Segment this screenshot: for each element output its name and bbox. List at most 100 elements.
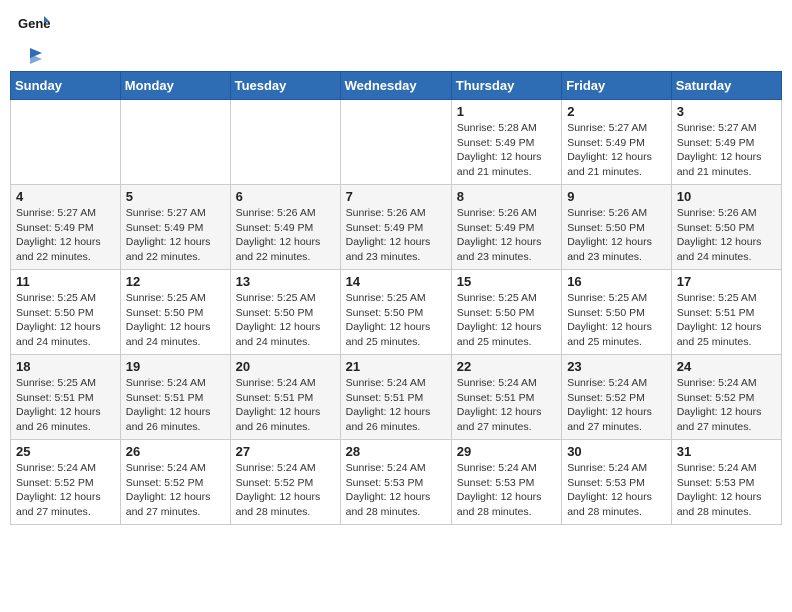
day-info: Sunrise: 5:26 AM Sunset: 5:50 PM Dayligh… (677, 206, 776, 265)
day-cell (230, 100, 340, 185)
day-number: 26 (126, 444, 225, 459)
day-info: Sunrise: 5:25 AM Sunset: 5:50 PM Dayligh… (126, 291, 225, 350)
day-info: Sunrise: 5:24 AM Sunset: 5:53 PM Dayligh… (567, 461, 666, 520)
day-cell: 20 Sunrise: 5:24 AM Sunset: 5:51 PM Dayli… (230, 355, 340, 440)
day-cell: 10 Sunrise: 5:26 AM Sunset: 5:50 PM Dayli… (671, 185, 781, 270)
day-number: 3 (677, 104, 776, 119)
day-cell: 24 Sunrise: 5:24 AM Sunset: 5:52 PM Dayli… (671, 355, 781, 440)
day-info: Sunrise: 5:24 AM Sunset: 5:52 PM Dayligh… (567, 376, 666, 435)
column-header-sunday: Sunday (11, 72, 121, 100)
day-number: 2 (567, 104, 666, 119)
day-number: 12 (126, 274, 225, 289)
day-cell: 13Sunrise: 5:25 AM Sunset: 5:50 PM Dayli… (230, 270, 340, 355)
day-info: Sunrise: 5:27 AM Sunset: 5:49 PM Dayligh… (126, 206, 225, 265)
column-header-saturday: Saturday (671, 72, 781, 100)
calendar-table: SundayMondayTuesdayWednesdayThursdayFrid… (10, 71, 782, 525)
day-cell: 21 Sunrise: 5:24 AM Sunset: 5:51 PM Dayli… (340, 355, 451, 440)
day-number: 13 (236, 274, 335, 289)
day-number: 25 (16, 444, 115, 459)
day-info: Sunrise: 5:24 AM Sunset: 5:51 PM Dayligh… (236, 376, 335, 435)
day-info: Sunrise: 5:25 AM Sunset: 5:50 PM Dayligh… (457, 291, 556, 350)
day-info: Sunrise: 5:24 AM Sunset: 5:52 PM Dayligh… (236, 461, 335, 520)
day-cell: 7 Sunrise: 5:26 AM Sunset: 5:49 PM Daylig… (340, 185, 451, 270)
day-number: 21 (346, 359, 446, 374)
day-number: 10 (677, 189, 776, 204)
day-info: Sunrise: 5:27 AM Sunset: 5:49 PM Dayligh… (567, 121, 666, 180)
day-info: Sunrise: 5:24 AM Sunset: 5:52 PM Dayligh… (677, 376, 776, 435)
calendar-header-row: SundayMondayTuesdayWednesdayThursdayFrid… (11, 72, 782, 100)
day-number: 1 (457, 104, 556, 119)
day-info: Sunrise: 5:24 AM Sunset: 5:52 PM Dayligh… (16, 461, 115, 520)
week-row-5: 25 Sunrise: 5:24 AM Sunset: 5:52 PM Dayli… (11, 440, 782, 525)
day-info: Sunrise: 5:25 AM Sunset: 5:51 PM Dayligh… (677, 291, 776, 350)
day-number: 17 (677, 274, 776, 289)
day-cell: 12 Sunrise: 5:25 AM Sunset: 5:50 PM Dayli… (120, 270, 230, 355)
day-number: 6 (236, 189, 335, 204)
day-number: 31 (677, 444, 776, 459)
logo-icon: General (18, 14, 50, 47)
day-number: 15 (457, 274, 556, 289)
day-info: Sunrise: 5:25 AM Sunset: 5:50 PM Dayligh… (16, 291, 115, 350)
day-info: Sunrise: 5:24 AM Sunset: 5:51 PM Dayligh… (457, 376, 556, 435)
day-number: 7 (346, 189, 446, 204)
day-cell: 16 Sunrise: 5:25 AM Sunset: 5:50 PM Dayli… (562, 270, 672, 355)
day-number: 9 (567, 189, 666, 204)
day-cell: 5 Sunrise: 5:27 AM Sunset: 5:49 PM Daylig… (120, 185, 230, 270)
week-row-2: 4 Sunrise: 5:27 AM Sunset: 5:49 PM Daylig… (11, 185, 782, 270)
day-cell (340, 100, 451, 185)
day-number: 24 (677, 359, 776, 374)
day-cell: 23 Sunrise: 5:24 AM Sunset: 5:52 PM Dayli… (562, 355, 672, 440)
day-number: 30 (567, 444, 666, 459)
day-cell: 27 Sunrise: 5:24 AM Sunset: 5:52 PM Dayli… (230, 440, 340, 525)
day-cell: 18 Sunrise: 5:25 AM Sunset: 5:51 PM Dayli… (11, 355, 121, 440)
day-info: Sunrise: 5:24 AM Sunset: 5:53 PM Dayligh… (457, 461, 556, 520)
day-cell: 30 Sunrise: 5:24 AM Sunset: 5:53 PM Dayli… (562, 440, 672, 525)
page-header: General (10, 10, 782, 65)
day-info: Sunrise: 5:26 AM Sunset: 5:49 PM Dayligh… (236, 206, 335, 265)
day-cell: 6 Sunrise: 5:26 AM Sunset: 5:49 PM Daylig… (230, 185, 340, 270)
day-number: 22 (457, 359, 556, 374)
logo-flag-icon (20, 47, 42, 65)
day-info: Sunrise: 5:25 AM Sunset: 5:50 PM Dayligh… (346, 291, 446, 350)
day-number: 14 (346, 274, 446, 289)
day-info: Sunrise: 5:26 AM Sunset: 5:49 PM Dayligh… (346, 206, 446, 265)
day-cell: 14 Sunrise: 5:25 AM Sunset: 5:50 PM Dayli… (340, 270, 451, 355)
day-number: 18 (16, 359, 115, 374)
day-cell: 2 Sunrise: 5:27 AM Sunset: 5:49 PM Daylig… (562, 100, 672, 185)
day-number: 20 (236, 359, 335, 374)
day-number: 4 (16, 189, 115, 204)
day-number: 16 (567, 274, 666, 289)
day-number: 23 (567, 359, 666, 374)
day-cell: 25 Sunrise: 5:24 AM Sunset: 5:52 PM Dayli… (11, 440, 121, 525)
day-cell: 29 Sunrise: 5:24 AM Sunset: 5:53 PM Dayli… (451, 440, 561, 525)
day-cell: 31 Sunrise: 5:24 AM Sunset: 5:53 PM Dayli… (671, 440, 781, 525)
day-info: Sunrise: 5:25 AM Sunset: 5:50 PM Dayligh… (567, 291, 666, 350)
day-number: 28 (346, 444, 446, 459)
day-number: 29 (457, 444, 556, 459)
day-cell: 4 Sunrise: 5:27 AM Sunset: 5:49 PM Daylig… (11, 185, 121, 270)
day-number: 8 (457, 189, 556, 204)
day-info: Sunrise: 5:24 AM Sunset: 5:53 PM Dayligh… (677, 461, 776, 520)
day-info: Sunrise: 5:24 AM Sunset: 5:51 PM Dayligh… (126, 376, 225, 435)
day-info: Sunrise: 5:26 AM Sunset: 5:49 PM Dayligh… (457, 206, 556, 265)
day-info: Sunrise: 5:24 AM Sunset: 5:51 PM Dayligh… (346, 376, 446, 435)
day-cell (11, 100, 121, 185)
week-row-3: 11 Sunrise: 5:25 AM Sunset: 5:50 PM Dayli… (11, 270, 782, 355)
column-header-monday: Monday (120, 72, 230, 100)
day-cell (120, 100, 230, 185)
day-info: Sunrise: 5:28 AM Sunset: 5:49 PM Dayligh… (457, 121, 556, 180)
day-info: Sunrise: 5:25 AM Sunset: 5:51 PM Dayligh… (16, 376, 115, 435)
day-number: 11 (16, 274, 115, 289)
day-info: Sunrise: 5:24 AM Sunset: 5:53 PM Dayligh… (346, 461, 446, 520)
day-cell: 1 Sunrise: 5:28 AM Sunset: 5:49 PM Daylig… (451, 100, 561, 185)
week-row-4: 18 Sunrise: 5:25 AM Sunset: 5:51 PM Dayli… (11, 355, 782, 440)
column-header-friday: Friday (562, 72, 672, 100)
day-info: Sunrise: 5:27 AM Sunset: 5:49 PM Dayligh… (16, 206, 115, 265)
day-cell: 11 Sunrise: 5:25 AM Sunset: 5:50 PM Dayli… (11, 270, 121, 355)
day-number: 27 (236, 444, 335, 459)
column-header-wednesday: Wednesday (340, 72, 451, 100)
day-number: 5 (126, 189, 225, 204)
day-info: Sunrise: 5:24 AM Sunset: 5:52 PM Dayligh… (126, 461, 225, 520)
day-cell: 9Sunrise: 5:26 AM Sunset: 5:50 PM Daylig… (562, 185, 672, 270)
day-cell: 17 Sunrise: 5:25 AM Sunset: 5:51 PM Dayli… (671, 270, 781, 355)
